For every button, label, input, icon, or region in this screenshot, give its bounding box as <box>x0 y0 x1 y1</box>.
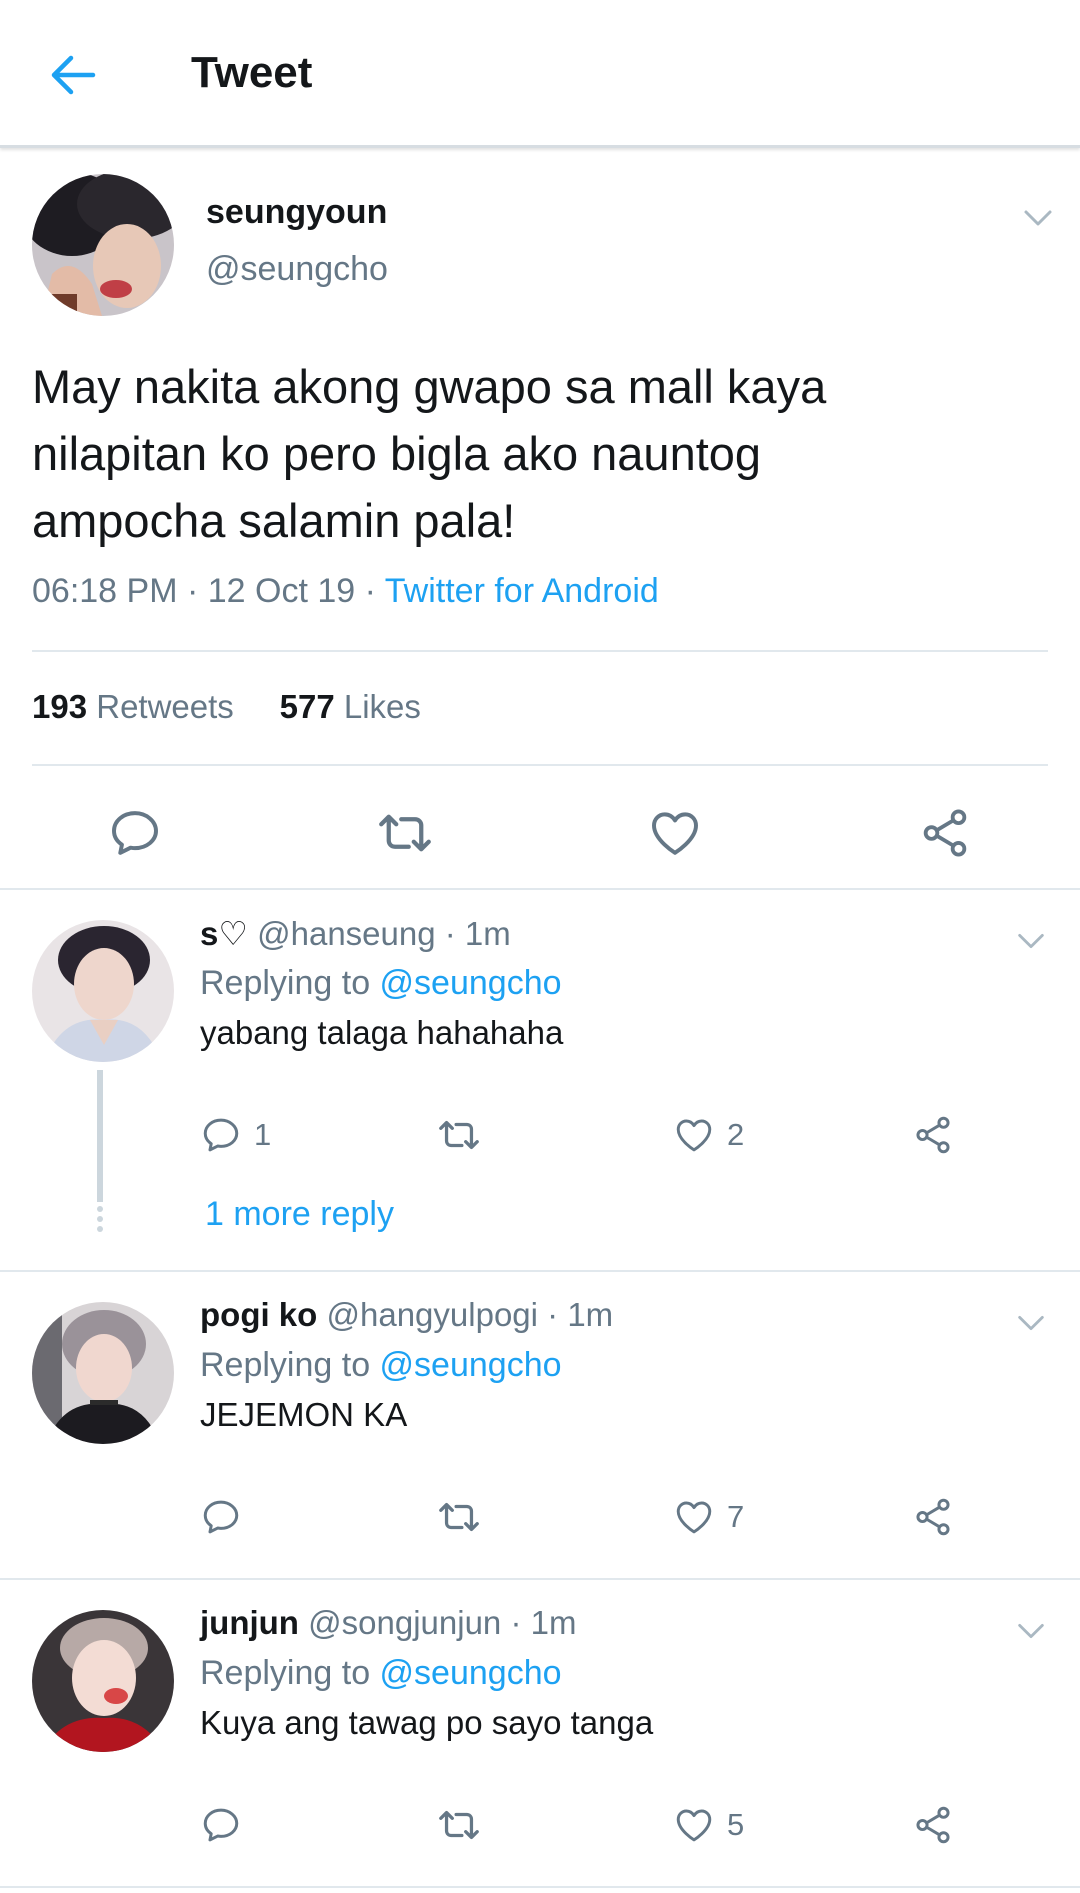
retweets-stat[interactable]: 193 Retweets <box>32 688 234 725</box>
like-icon <box>673 1804 715 1846</box>
share-icon <box>912 1496 954 1538</box>
tweet-meta: 06:18 PM · 12 Oct 19 · Twitter for Andro… <box>32 572 659 611</box>
reply-menu-button[interactable] <box>1014 1614 1048 1648</box>
mention-link[interactable]: @seungcho <box>380 964 562 1002</box>
share-button[interactable] <box>912 1800 954 1850</box>
retweet-icon <box>436 1112 482 1158</box>
like-count: 2 <box>727 1117 745 1152</box>
reply-button[interactable] <box>200 1492 242 1542</box>
retweet-icon <box>375 803 435 863</box>
main-tweet: seungyoun @seungcho May nakita akong gwa… <box>0 148 1080 888</box>
thread-dot <box>97 1226 103 1232</box>
chevron-down-icon <box>1014 1614 1048 1648</box>
page-title: Tweet <box>191 48 313 97</box>
reply-text: yabang talaga hahahaha <box>200 1014 564 1051</box>
retweet-button[interactable] <box>436 1110 482 1160</box>
reply-count: 1 <box>254 1117 272 1152</box>
top-bar: Tweet <box>0 0 1080 148</box>
reply-text: JEJEMON KA <box>200 1396 408 1433</box>
chevron-down-icon <box>1020 200 1056 236</box>
reply-item[interactable]: pogi ko @hangyulpogi · 1m Replying to @s… <box>0 1272 1080 1578</box>
reply-button[interactable] <box>100 798 170 868</box>
retweet-button[interactable] <box>370 798 440 868</box>
avatar[interactable] <box>32 920 174 1062</box>
avatar[interactable] <box>32 1302 174 1444</box>
divider <box>32 764 1048 766</box>
share-icon <box>918 806 972 860</box>
tweet-timestamp: 06:18 PM · 12 Oct 19 · <box>32 572 385 610</box>
like-button[interactable]: 2 <box>673 1110 744 1160</box>
share-icon <box>912 1114 954 1156</box>
replying-to: Replying to @seungcho <box>200 1654 562 1693</box>
reply-author-name[interactable]: junjun <box>200 1604 299 1641</box>
thread-dot <box>97 1216 103 1222</box>
replying-to-label: Replying to <box>200 1654 380 1692</box>
reply-icon <box>200 1804 242 1846</box>
reply-author-name[interactable]: pogi ko <box>200 1296 317 1333</box>
back-arrow-icon <box>51 55 96 95</box>
reply-handle-time: @hangyulpogi · 1m <box>326 1296 614 1333</box>
reply-header: s♡ @hanseung · 1m <box>200 914 511 953</box>
replying-to-label: Replying to <box>200 964 380 1002</box>
retweet-icon <box>436 1494 482 1540</box>
thread-line <box>97 1070 103 1202</box>
like-button[interactable]: 7 <box>673 1492 744 1542</box>
chevron-down-icon <box>1014 1306 1048 1340</box>
retweet-button[interactable] <box>436 1800 482 1850</box>
share-button[interactable] <box>912 1492 954 1542</box>
replying-to: Replying to @seungcho <box>200 1346 562 1385</box>
retweet-icon <box>436 1802 482 1848</box>
reply-button[interactable]: 1 <box>200 1110 271 1160</box>
like-count: 5 <box>727 1807 745 1842</box>
more-replies-link[interactable]: 1 more reply <box>205 1195 394 1234</box>
share-icon <box>912 1804 954 1846</box>
likes-stat[interactable]: 577 Likes <box>280 688 421 725</box>
like-icon <box>673 1114 715 1156</box>
reply-text: Kuya ang tawag po sayo tanga <box>200 1704 654 1741</box>
reply-item[interactable]: s♡ @hanseung · 1m Replying to @seungcho … <box>0 890 1080 1270</box>
reply-icon <box>200 1114 242 1156</box>
author-name[interactable]: seungyoun <box>206 193 387 232</box>
share-button[interactable] <box>910 798 980 868</box>
thread-dot <box>97 1206 103 1212</box>
reply-item[interactable]: junjun @songjunjun · 1m Replying to @seu… <box>0 1580 1080 1893</box>
likes-label: Likes <box>343 688 421 725</box>
like-icon <box>673 1496 715 1538</box>
mention-link[interactable]: @seungcho <box>380 1654 562 1692</box>
divider <box>32 650 1048 652</box>
tweet-text: May nakita akong gwapo sa mall kaya nila… <box>32 360 827 547</box>
back-button[interactable] <box>40 45 106 105</box>
like-button[interactable]: 5 <box>673 1800 744 1850</box>
likes-count: 577 <box>279 688 335 725</box>
like-button[interactable] <box>640 798 710 868</box>
share-button[interactable] <box>912 1110 954 1160</box>
reply-icon <box>200 1496 242 1538</box>
replying-to: Replying to @seungcho <box>200 964 562 1003</box>
reply-author-name[interactable]: s♡ <box>200 915 248 952</box>
author-handle[interactable]: @seungcho <box>206 250 388 289</box>
reply-icon <box>107 805 163 861</box>
reply-handle-time: @songjunjun · 1m <box>308 1604 577 1641</box>
tweet-stats: 193 Retweets 577 Likes <box>32 688 421 726</box>
reply-menu-button[interactable] <box>1014 924 1048 958</box>
reply-header: pogi ko @hangyulpogi · 1m <box>200 1296 613 1334</box>
avatar[interactable] <box>32 174 174 316</box>
reply-button[interactable] <box>200 1800 242 1850</box>
chevron-down-icon <box>1014 924 1048 958</box>
retweet-button[interactable] <box>436 1492 482 1542</box>
like-icon <box>647 805 703 861</box>
reply-menu-button[interactable] <box>1014 1306 1048 1340</box>
divider <box>0 1886 1080 1888</box>
mention-link[interactable]: @seungcho <box>380 1346 562 1384</box>
replying-to-label: Replying to <box>200 1346 380 1384</box>
tweet-source-link[interactable]: Twitter for Android <box>385 572 659 610</box>
tweet-menu-button[interactable] <box>1020 200 1056 236</box>
reply-header: junjun @songjunjun · 1m <box>200 1604 576 1642</box>
tweet-actions <box>0 788 1080 878</box>
reply-handle-time: @hanseung · 1m <box>257 915 511 952</box>
avatar[interactable] <box>32 1610 174 1752</box>
like-count: 7 <box>727 1499 745 1534</box>
retweets-count: 193 <box>32 688 88 725</box>
retweets-label: Retweets <box>96 688 234 725</box>
